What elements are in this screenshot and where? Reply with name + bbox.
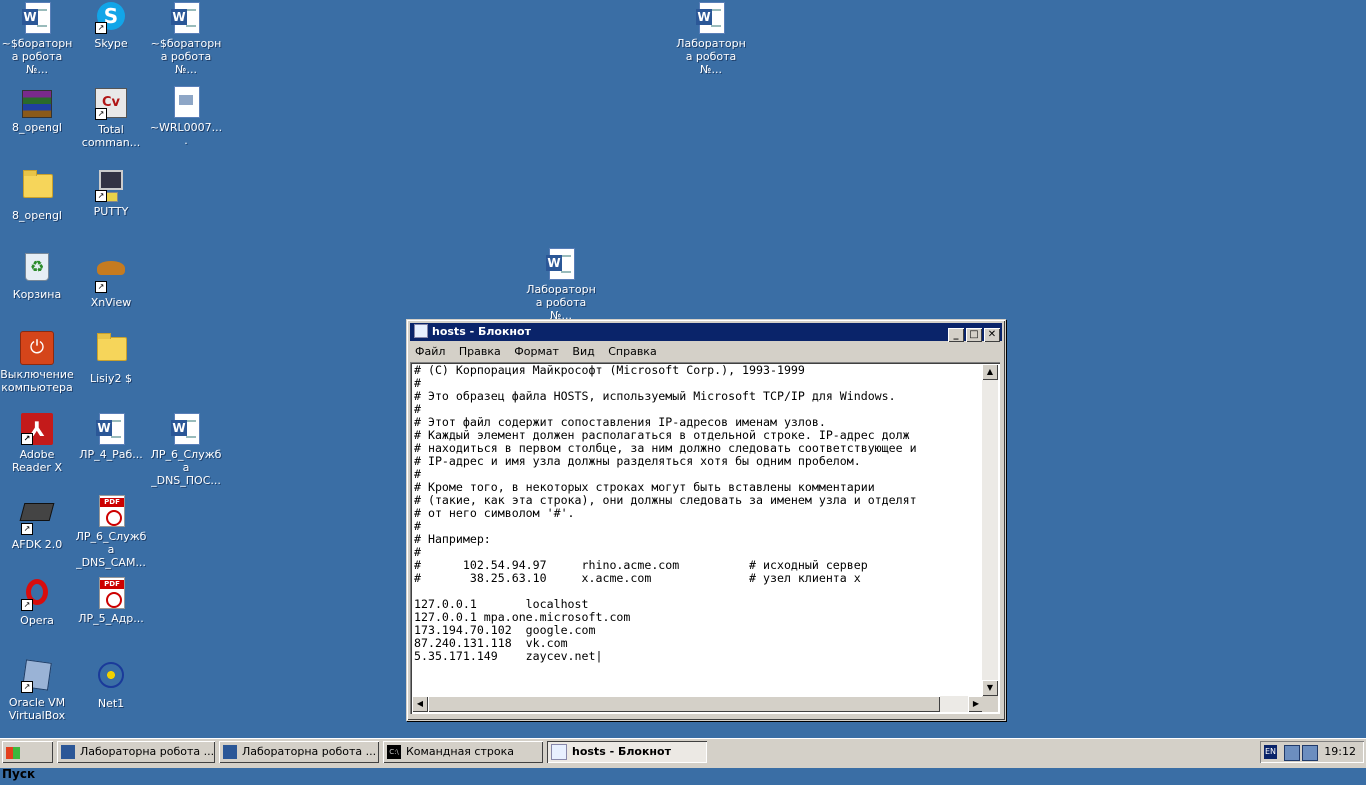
minimize-button[interactable]: _ xyxy=(948,328,964,342)
menu-view[interactable]: Вид xyxy=(567,345,599,358)
system-tray: EN 19:12 xyxy=(1260,741,1364,763)
wrl-file-icon xyxy=(170,86,202,118)
desktop-icon-8-opengl-folder[interactable]: 8_opengl xyxy=(0,168,74,222)
shutdown-icon: ⏻ xyxy=(20,331,54,365)
horizontal-scrollbar[interactable]: ◀ ▶ xyxy=(412,696,984,712)
desktop-icon-lab-work-2[interactable]: Лабораторна робота №... xyxy=(524,248,598,322)
desktop-icon-word-temp-2[interactable]: ~$бораторна робота №... xyxy=(149,2,223,76)
word-document-icon xyxy=(545,248,577,280)
desktop-icon-lisiy2-folder[interactable]: Lisiy2 $ xyxy=(74,331,148,385)
xnview-icon: ↗ xyxy=(95,261,127,293)
task-label: hosts - Блокнот xyxy=(572,745,671,758)
desktop-icon-8-opengl-archive[interactable]: 8_opengl xyxy=(0,86,74,134)
cmd-icon: C:\ xyxy=(387,745,401,759)
desktop-icon-net1[interactable]: Net1 xyxy=(74,659,148,710)
window-title: hosts - Блокнот xyxy=(432,325,531,338)
skype-icon: S ↗ xyxy=(95,2,127,34)
folder-icon xyxy=(95,333,127,369)
word-document-icon xyxy=(95,413,127,445)
start-button[interactable]: Пуск xyxy=(2,741,53,781)
word-document-icon xyxy=(21,2,53,34)
window-titlebar[interactable]: hosts - Блокнот _ □ ✕ xyxy=(410,323,1002,342)
menu-edit[interactable]: Правка xyxy=(454,345,506,358)
task-label: Командная строка xyxy=(406,745,514,758)
task-button-notepad[interactable]: hosts - Блокнот xyxy=(547,741,707,763)
taskbar: Пуск Лабораторна робота ... Лабораторна … xyxy=(0,738,1366,781)
language-indicator[interactable]: EN xyxy=(1264,745,1277,759)
pdf-document-icon xyxy=(95,577,127,609)
close-button[interactable]: ✕ xyxy=(984,328,1000,342)
atom-icon xyxy=(95,662,127,694)
task-button-command-prompt[interactable]: C:\ Командная строка xyxy=(383,741,543,763)
desktop-icon-recycle-bin[interactable]: ♻ Корзина xyxy=(0,249,74,301)
network-icon[interactable] xyxy=(1284,745,1300,761)
maximize-button[interactable]: □ xyxy=(966,328,982,342)
menu-help[interactable]: Справка xyxy=(603,345,661,358)
folder-icon xyxy=(21,170,53,206)
word-icon xyxy=(61,745,75,759)
desktop-icon-virtualbox[interactable]: ↗ Oracle VM VirtualBox xyxy=(0,659,74,722)
task-button-lab-work-2[interactable]: Лабораторна робота ... xyxy=(219,741,379,763)
scroll-left-arrow-icon[interactable]: ◀ xyxy=(412,696,428,712)
desktop-icon-wrl[interactable]: ~WRL0007.... xyxy=(149,86,223,147)
desktop-icon-lr6-word[interactable]: ЛР_6_Служба _DNS_ПОС... xyxy=(149,413,223,487)
adobe-reader-icon: ⅄ ↗ xyxy=(21,413,53,445)
scroll-down-arrow-icon[interactable]: ▼ xyxy=(982,680,998,696)
word-icon xyxy=(223,745,237,759)
desktop-icon-shutdown[interactable]: ⏻ Выключение компьютера xyxy=(0,331,74,394)
horizontal-scroll-thumb[interactable] xyxy=(428,696,940,712)
desktop-icon-lr4[interactable]: ЛР_4_Раб... xyxy=(74,413,148,461)
word-document-icon xyxy=(170,413,202,445)
word-document-icon xyxy=(695,2,727,34)
text-content[interactable]: # (C) Корпорация Майкрософт (Microsoft C… xyxy=(414,364,986,696)
recycle-bin-icon: ♻ xyxy=(21,253,53,285)
vertical-scrollbar[interactable]: ▲ ▼ xyxy=(982,364,998,696)
putty-icon: ↗ xyxy=(95,170,127,202)
desktop-icon-skype[interactable]: S ↗ Skype xyxy=(74,2,148,50)
pdf-document-icon xyxy=(95,495,127,527)
resize-grip-icon[interactable] xyxy=(982,696,998,712)
total-commander-icon: Cv ↗ xyxy=(95,88,127,120)
notepad-icon xyxy=(414,324,428,338)
desktop-icon-xnview[interactable]: ↗ XnView xyxy=(74,249,148,309)
desktop-icon-adobe-reader[interactable]: ⅄ ↗ Adobe Reader X xyxy=(0,413,74,474)
notepad-window: hosts - Блокнот _ □ ✕ Файл Правка Формат В… xyxy=(406,319,1006,721)
start-label: Пуск xyxy=(2,767,36,781)
menu-file[interactable]: Файл xyxy=(410,345,450,358)
windows-flag-icon xyxy=(6,746,20,759)
winrar-archive-icon xyxy=(22,90,52,118)
chip-icon: ↗ xyxy=(19,503,55,535)
menubar: Файл Правка Формат Вид Справка xyxy=(410,343,1002,361)
desktop-icon-lr5-pdf[interactable]: ЛР_5_Адр... xyxy=(74,577,148,625)
task-label: Лабораторна робота ... xyxy=(242,745,377,758)
desktop-icon-lr6-pdf[interactable]: ЛР_6_Служба _DNS_САМ... xyxy=(74,495,148,569)
network-icon[interactable] xyxy=(1302,745,1318,761)
scroll-up-arrow-icon[interactable]: ▲ xyxy=(982,364,998,380)
task-label: Лабораторна робота ... xyxy=(80,745,215,758)
word-document-icon xyxy=(170,2,202,34)
desktop-icon-opera[interactable]: ↗ Opera xyxy=(0,577,74,627)
task-button-lab-work-1[interactable]: Лабораторна робота ... xyxy=(57,741,215,763)
virtualbox-icon: ↗ xyxy=(21,659,53,693)
desktop-icon-afdk[interactable]: ↗ AFDK 2.0 xyxy=(0,495,74,551)
desktop-icon-word-temp-1[interactable]: ~$бораторна робота №... xyxy=(0,2,74,76)
menu-format[interactable]: Формат xyxy=(509,345,564,358)
opera-icon: ↗ xyxy=(21,579,53,611)
desktop-icon-lab-work-1[interactable]: Лабораторна робота №... xyxy=(674,2,748,76)
clock[interactable]: 19:12 xyxy=(1324,741,1356,763)
text-editor[interactable]: # (C) Корпорация Майкрософт (Microsoft C… xyxy=(410,362,1000,714)
notepad-icon xyxy=(551,744,567,760)
desktop-icon-putty[interactable]: ↗ PUTTY xyxy=(74,168,148,218)
desktop-icon-total-commander[interactable]: Cv ↗ Total comman... xyxy=(74,86,148,149)
